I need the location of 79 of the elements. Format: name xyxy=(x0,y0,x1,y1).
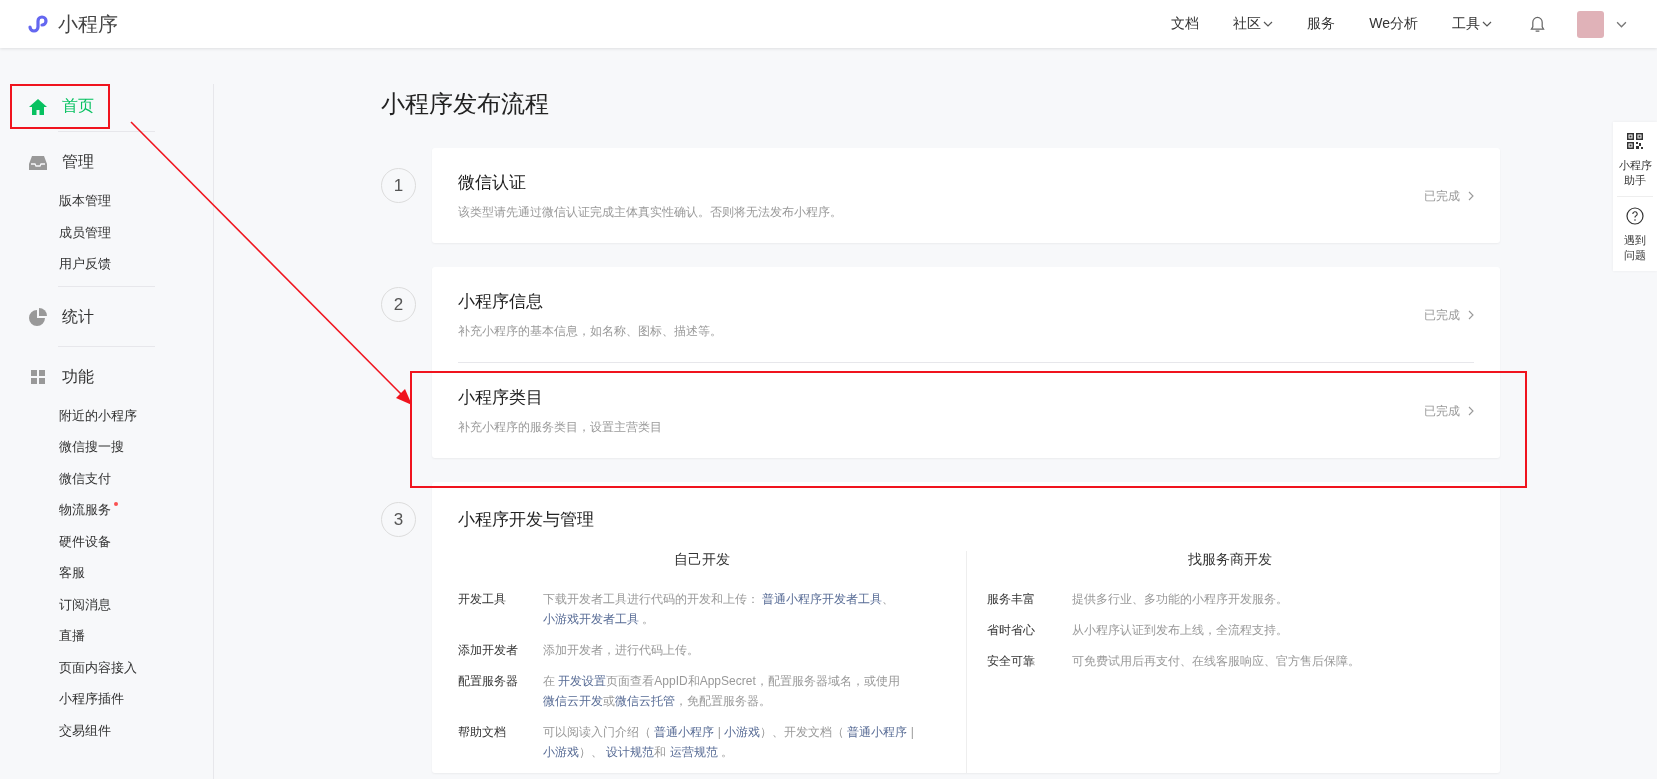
row-label: 服务丰富 xyxy=(986,591,1036,608)
row-description: 下载开发者工具进行代码的开发和上传： 普通小程序开发者工具、 小游戏开发者工具 。 xyxy=(543,591,896,628)
text-link[interactable]: 小游戏 xyxy=(543,745,579,759)
text-link[interactable]: 小游戏开发者工具 xyxy=(543,612,639,626)
text-link[interactable]: 微信云托管 xyxy=(615,694,675,708)
bell-icon[interactable] xyxy=(1530,15,1545,33)
row-label: 安全可靠 xyxy=(986,653,1036,670)
step-description: 补充小程序的基本信息，如名称、图标、描述等。 xyxy=(458,323,723,340)
sidebar-sub-item[interactable]: 小程序插件 xyxy=(0,683,124,715)
pie-chart-icon xyxy=(28,307,48,327)
text-link[interactable]: 小游戏 xyxy=(724,725,761,739)
side-tool-button[interactable]: 遇到 问题 xyxy=(1617,196,1653,271)
tool-label: 助手 xyxy=(1624,173,1646,188)
row-description: 可免费试用后再支付、在线客服响应、官方售后保障。 xyxy=(1071,653,1360,670)
step-description: 补充小程序的服务类目，设置主营类目 xyxy=(458,419,663,436)
step-title: 小程序类目 xyxy=(458,387,544,409)
tool-label: 问题 xyxy=(1624,248,1646,263)
column-heading: 找服务商开发 xyxy=(1187,551,1274,569)
home-icon xyxy=(28,96,48,117)
step-title: 微信认证 xyxy=(458,172,527,194)
sidebar-sub-item[interactable]: 微信搜一搜 xyxy=(0,431,124,463)
step-row[interactable]: 小程序信息 补充小程序的基本信息，如名称、图标、描述等。 已完成 xyxy=(458,267,1474,362)
step-row[interactable]: 微信认证 该类型请先通过微信认证完成主体真实性确认。否则将无法发布小程序。 已完成 xyxy=(458,148,1474,243)
step-number: 2 xyxy=(381,287,416,322)
text-link[interactable]: 微信云开发 xyxy=(543,694,603,708)
row-description: 可以阅读入门介绍（ 普通小程序 | 小游戏）、开发文档（ 普通小程序 | 小游戏）、 设计规范和 运营规范 。 xyxy=(543,724,915,761)
nav-link[interactable]: We分析 xyxy=(1369,15,1418,33)
page-title: 小程序发布流程 xyxy=(381,89,550,119)
sidebar-sub-item[interactable]: 成员管理 xyxy=(0,216,111,248)
row-label: 配置服务器 xyxy=(458,673,519,690)
column-heading: 自己开发 xyxy=(672,551,731,569)
nav-link[interactable]: 工具 xyxy=(1452,15,1492,33)
tool-label: 遇到 xyxy=(1624,233,1646,248)
sidebar-sub-item[interactable]: 页面内容接入 xyxy=(0,651,137,683)
nav-link[interactable]: 文档 xyxy=(1171,15,1200,33)
row-label: 帮助文档 xyxy=(458,724,507,741)
sidebar-sub-item[interactable]: 微信支付 xyxy=(0,462,111,494)
row-description: 提供多行业、多功能的小程序开发服务。 xyxy=(1071,591,1288,608)
step-title: 小程序信息 xyxy=(458,291,544,313)
text-link[interactable]: 设计规范 xyxy=(606,745,655,759)
row-description: 从小程序认证到发布上线，全流程支持。 xyxy=(1071,622,1288,639)
sidebar-sub-item[interactable]: 硬件设备 xyxy=(0,525,111,557)
qr-code-icon xyxy=(1626,132,1644,150)
sidebar-sub-item[interactable]: 用户反馈 xyxy=(0,248,111,280)
sidebar-sub-item[interactable]: 版本管理 xyxy=(0,185,111,217)
step-number: 1 xyxy=(381,168,416,203)
sidebar-sub-item[interactable]: 客服 xyxy=(0,557,85,589)
chevron-right-icon xyxy=(1468,310,1474,320)
step-title: 小程序开发与管理 xyxy=(458,509,595,531)
tool-label: 小程序 xyxy=(1618,158,1652,173)
text-link[interactable]: 运营规范 xyxy=(669,745,718,759)
sidebar-nav-item[interactable]: 管理 xyxy=(10,140,110,185)
sidebar-sub-item[interactable]: 交易组件 xyxy=(0,714,111,746)
row-description: 在 开发设置页面查看AppID和AppSecret，配置服务器域名，或使用 微信云开发或微信云托管，免配置服务器。 xyxy=(543,673,901,710)
text-link[interactable]: 开发设置 xyxy=(558,674,607,688)
sidebar-sub-item[interactable]: 直播 xyxy=(0,620,85,652)
chevron-right-icon xyxy=(1468,191,1474,201)
text-link[interactable]: 普通小程序开发者工具 xyxy=(762,592,883,606)
text-link[interactable]: 普通小程序 xyxy=(847,725,908,739)
step-number: 3 xyxy=(381,502,416,537)
sidebar-sub-item[interactable]: 附近的小程序 xyxy=(0,399,137,431)
row-description: 添加开发者，进行代码上传。 xyxy=(543,642,699,659)
logo-text: 小程序 xyxy=(58,11,118,37)
nav-link[interactable]: 社区 xyxy=(1233,15,1274,33)
help-icon xyxy=(1626,207,1644,225)
sidebar-nav-item[interactable]: 统计 xyxy=(10,294,110,340)
step-description: 该类型请先通过微信认证完成主体真实性确认。否则将无法发布小程序。 xyxy=(458,204,843,221)
row-label: 开发工具 xyxy=(458,591,507,608)
caret-icon[interactable] xyxy=(1616,20,1627,28)
row-label: 省时省心 xyxy=(986,622,1036,639)
sidebar-nav-item[interactable]: 功能 xyxy=(10,354,110,400)
row-label: 添加开发者 xyxy=(458,642,519,659)
side-tool-button[interactable]: 小程序 助手 xyxy=(1613,122,1657,196)
text-link[interactable]: 普通小程序 xyxy=(654,725,715,739)
sidebar-sub-item[interactable]: 订阅消息 xyxy=(0,588,111,620)
sidebar-sub-item[interactable]: 物流服务 xyxy=(0,494,111,526)
nav-link[interactable]: 服务 xyxy=(1307,15,1336,33)
chevron-right-icon xyxy=(1468,406,1474,416)
grid-icon xyxy=(28,367,48,387)
